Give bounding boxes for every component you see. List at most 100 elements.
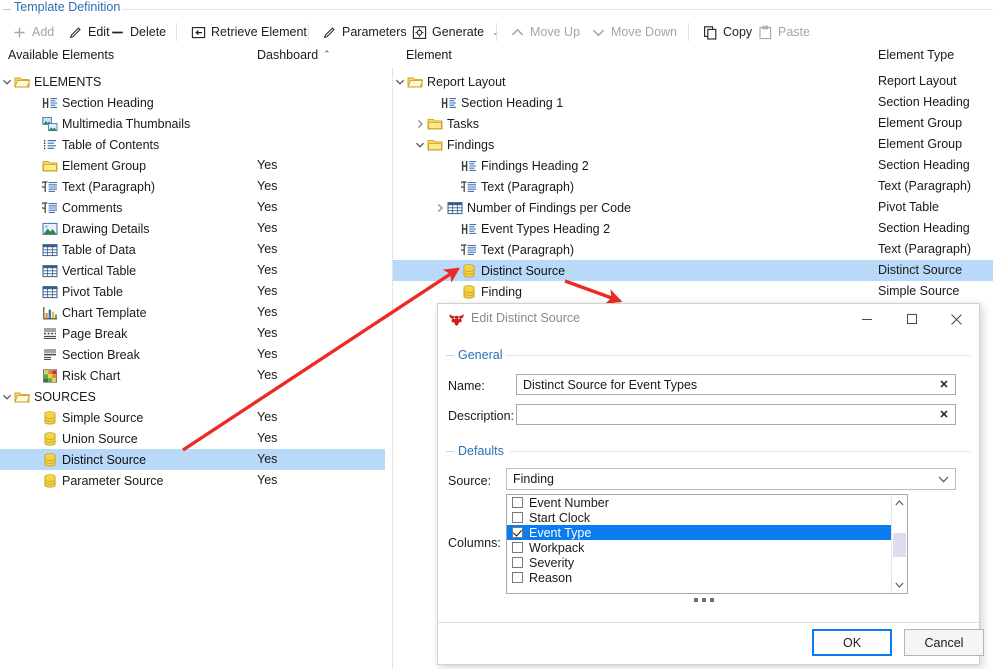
tree-twisty[interactable] <box>413 113 427 134</box>
tree-row[interactable]: Multimedia Thumbnails <box>0 113 385 134</box>
columns-list-item[interactable]: Start Clock <box>507 510 907 525</box>
columns-list-item-label: Severity <box>529 555 575 570</box>
checkbox-icon[interactable] <box>512 557 523 568</box>
tree-row[interactable]: Element Group <box>0 155 385 176</box>
available-elements-tree-panel[interactable]: ELEMENTS Section Heading Multimedia Thumbn… <box>0 68 392 669</box>
tree-row[interactable]: Union Source <box>0 428 385 449</box>
tree-row[interactable]: SOURCES <box>0 386 385 407</box>
folder-open-icon <box>14 77 30 87</box>
column-header-dashboard[interactable]: Dashboard ⌃ <box>257 48 331 62</box>
checkbox-icon[interactable] <box>512 497 523 508</box>
defaults-fieldset-dash <box>446 451 454 452</box>
columns-listbox-scrollbar[interactable] <box>891 495 907 593</box>
tree-row-label: Drawing Details <box>62 221 150 236</box>
columns-list-item-label: Event Number <box>529 495 609 510</box>
tree-row-dashboard-value: Yes <box>257 284 278 298</box>
tree-row[interactable]: Table of Contents <box>0 134 385 155</box>
tree-twisty <box>28 113 42 134</box>
ok-button[interactable]: OK <box>812 629 892 656</box>
columns-list-item[interactable]: Event Number <box>507 495 907 510</box>
clear-name-icon[interactable]: ✕ <box>933 378 955 391</box>
edit-distinct-source-dialog[interactable]: Edit Distinct Source General Name: Disti… <box>437 303 984 665</box>
toolbar-retrieve-element-button[interactable]: Retrieve Element <box>185 19 323 45</box>
tree-row[interactable]: Chart Template <box>0 302 385 323</box>
tree-row-label: Table of Contents <box>62 137 160 152</box>
source-dropdown[interactable]: Finding <box>506 468 956 490</box>
tree-twisty[interactable] <box>0 386 14 407</box>
tree-row[interactable]: Risk Chart <box>0 365 385 386</box>
chevron-up-icon[interactable]: ⌃ <box>323 49 331 59</box>
tree-row-label: Section Heading <box>62 95 154 110</box>
dialog-title: Edit Distinct Source <box>471 311 581 325</box>
tree-row[interactable]: Table of Data <box>0 239 385 260</box>
checkbox-icon[interactable] <box>512 542 523 553</box>
tree-row-element-type: Element Group <box>878 116 963 130</box>
maximize-icon[interactable] <box>889 304 934 334</box>
columns-listbox[interactable]: Event Number Start Clock Event Type Workpac… <box>506 494 908 594</box>
name-field-value[interactable]: Distinct Source for Event Types <box>517 378 933 392</box>
checkbox-icon[interactable] <box>512 512 523 523</box>
chevron-right-icon[interactable] <box>415 119 425 129</box>
source-icon <box>44 473 56 488</box>
checkbox-icon[interactable] <box>512 572 523 583</box>
toolbar-item-label: Generate <box>432 25 485 39</box>
columns-list-item[interactable]: Event Type <box>507 525 907 540</box>
scrollbar-thumb[interactable] <box>893 533 906 557</box>
tree-row[interactable]: Vertical Table <box>0 260 385 281</box>
tree-row[interactable]: Text (Paragraph) <box>0 176 385 197</box>
chevron-down-icon[interactable] <box>931 476 955 483</box>
tree-twisty <box>28 365 42 386</box>
columns-list-item[interactable]: Workpack <box>507 540 907 555</box>
clear-description-icon[interactable]: ✕ <box>933 408 955 421</box>
scroll-up-icon[interactable] <box>892 495 907 511</box>
tree-row-dashboard-value: Yes <box>257 347 278 361</box>
pencil-icon <box>323 26 335 38</box>
tree-twisty <box>447 218 461 239</box>
tree-row[interactable]: Drawing Details <box>0 218 385 239</box>
columns-list-item-label: Reason <box>529 570 573 585</box>
cancel-button[interactable]: Cancel <box>904 629 984 656</box>
close-icon[interactable] <box>934 304 979 334</box>
chevron-down-icon[interactable] <box>2 392 12 402</box>
tree-row[interactable]: Parameter Source <box>0 470 385 491</box>
table-icon <box>42 285 58 298</box>
tree-row[interactable]: Section Break <box>0 344 385 365</box>
tree-row[interactable]: Section Heading <box>0 92 385 113</box>
minimize-icon[interactable] <box>844 304 889 334</box>
toolbar-item-label: Parameters <box>342 25 407 39</box>
description-field[interactable]: ✕ <box>516 404 956 425</box>
chevron-down-icon[interactable] <box>415 140 425 150</box>
tree-row[interactable]: Simple Source <box>0 407 385 428</box>
image-icon <box>42 222 58 235</box>
columns-listbox-items[interactable]: Event Number Start Clock Event Type Workpac… <box>507 495 907 585</box>
chevron-down-icon[interactable] <box>395 77 405 87</box>
tree-row[interactable]: Distinct Source <box>0 449 385 470</box>
tree-row[interactable]: Pivot Table <box>0 281 385 302</box>
tree-row[interactable]: ELEMENTS <box>0 71 385 92</box>
scroll-down-icon[interactable] <box>892 577 907 593</box>
columns-list-item[interactable]: Severity <box>507 555 907 570</box>
tree-twisty[interactable] <box>393 71 407 92</box>
tree-row-element-type: Distinct Source <box>878 263 963 277</box>
dialog-title-bar[interactable]: Edit Distinct Source <box>438 304 979 336</box>
chevron-down-icon[interactable] <box>2 77 12 87</box>
tree-twisty <box>28 92 42 113</box>
table-icon <box>42 264 58 277</box>
checkbox-icon[interactable] <box>512 527 523 538</box>
tree-row[interactable]: Comments <box>0 197 385 218</box>
tree-twisty <box>28 155 42 176</box>
table-icon <box>42 243 58 256</box>
tree-twisty[interactable] <box>433 197 447 218</box>
columns-list-item[interactable]: Reason <box>507 570 907 585</box>
retrieve-icon <box>191 26 206 38</box>
tree-row-label: Findings <box>447 137 495 152</box>
tree-row-dashboard-value: Yes <box>257 410 278 424</box>
tree-twisty[interactable] <box>413 134 427 155</box>
name-field[interactable]: Distinct Source for Event Types ✕ <box>516 374 956 395</box>
tree-twisty[interactable] <box>0 71 14 92</box>
resize-grip[interactable] <box>694 598 714 602</box>
chevron-right-icon[interactable] <box>435 203 445 213</box>
tree-row[interactable]: Page Break <box>0 323 385 344</box>
toolbar-item-label: Retrieve Element <box>211 25 307 39</box>
toolbar-generate-button[interactable]: Generate⌄ <box>406 19 514 45</box>
